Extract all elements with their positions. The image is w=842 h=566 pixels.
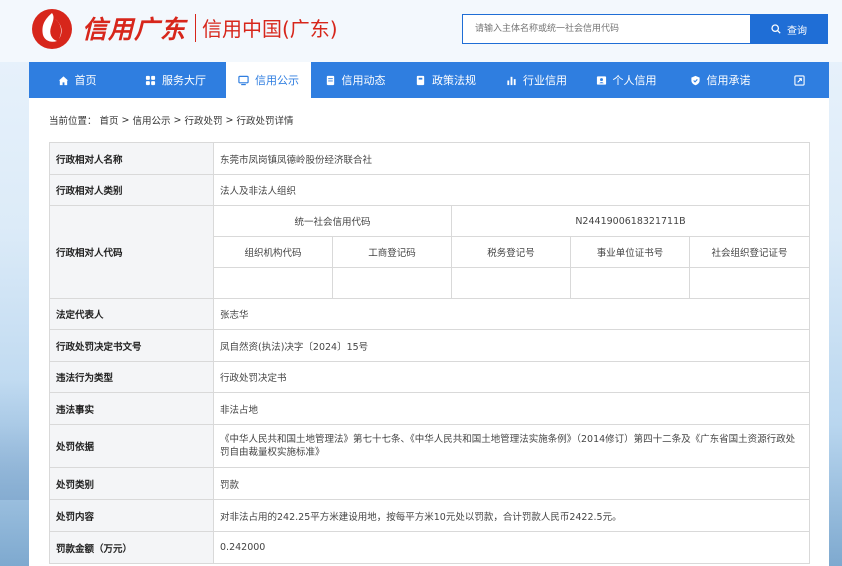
search-input[interactable] (462, 14, 752, 44)
field-value (570, 267, 690, 299)
field-value: 非法占地 (212, 392, 811, 425)
table-row: 处罚依据 《中华人民共和国土地管理法》第七十七条、《中华人民共和国土地管理法实施… (49, 424, 811, 468)
breadcrumb-separator: > (173, 114, 182, 126)
breadcrumb-link-home[interactable]: 首页 (100, 113, 119, 127)
field-label: 违法事实 (49, 392, 214, 425)
nav-item-industry-credit[interactable]: 行业信用 (492, 62, 581, 98)
sub-header: 统一社会信用代码 (213, 205, 452, 237)
field-label: 法定代表人 (49, 298, 214, 330)
table-row: 处罚内容 对非法占用的242.25平方米建设用地，按每平方米10元处以罚款，合计… (49, 499, 811, 532)
field-value: 0.242000 (212, 531, 811, 564)
table-row: 法定代表人 张志华 (49, 298, 811, 330)
sub-header: 组织机构代码 (213, 236, 333, 268)
document-icon (326, 75, 334, 85)
field-label: 处罚类别 (49, 467, 214, 500)
breadcrumb: 当前位置： 首页 > 信用公示 > 行政处罚 > 行政处罚详情 (49, 98, 809, 142)
main-content: 当前位置： 首页 > 信用公示 > 行政处罚 > 行政处罚详情 行政相对人名称 … (29, 98, 829, 566)
nav-item-service-hall[interactable]: 服务大厅 (125, 62, 226, 98)
nav-item-credit-commitment[interactable]: 信用承诺 (671, 62, 769, 98)
background-decoration (0, 380, 29, 500)
field-value: 法人及非法人组织 (212, 174, 811, 206)
nav-item-credit-news[interactable]: 信用动态 (311, 62, 399, 98)
breadcrumb-link-publicity[interactable]: 信用公示 (133, 113, 171, 127)
sub-header: 税务登记号 (451, 236, 571, 268)
field-value: 罚款 (212, 467, 811, 500)
table-row: 违法行为类型 行政处罚决定书 (49, 361, 811, 393)
main-nav: 首页 服务大厅 信用公示 信用动态 政策法规 行业信用 个人信用 信用承诺 (29, 62, 829, 98)
site-header: 信用广东 信用中国(广东) 查询 (0, 0, 842, 62)
breadcrumb-link-penalty[interactable]: 行政处罚 (184, 113, 222, 127)
grid-icon (145, 75, 156, 85)
field-label: 行政相对人代码 (49, 205, 214, 299)
breadcrumb-prefix: 当前位置： (49, 116, 97, 127)
bar-chart-icon (507, 76, 516, 85)
person-card-icon (596, 75, 606, 85)
home-icon (58, 75, 68, 85)
breadcrumb-separator: > (121, 114, 130, 126)
field-label: 行政处罚决定书文号 (49, 329, 214, 362)
site-name[interactable]: 信用中国(广东) (202, 13, 338, 42)
search-button[interactable]: 查询 (750, 14, 828, 44)
field-label: 处罚依据 (49, 424, 214, 468)
nav-item-home[interactable]: 首页 (29, 62, 125, 98)
field-value (451, 267, 571, 299)
search-icon (771, 24, 781, 34)
nav-item-policy[interactable]: 政策法规 (399, 62, 492, 98)
field-value: 东莞市凤岗镇凤德岭股份经济联合社 (212, 142, 811, 175)
nav-item-label: 首页 (74, 74, 97, 87)
nav-item-credit-publicity[interactable]: 信用公示 (226, 62, 311, 98)
logo-divider (195, 14, 196, 42)
field-value: N2441900618321711B (450, 205, 811, 237)
sub-header: 工商登记码 (332, 236, 452, 268)
nav-item-label: 个人信用 (612, 74, 657, 87)
nav-item-label: 服务大厅 (162, 74, 206, 87)
field-value: 行政处罚决定书 (212, 361, 811, 393)
table-row: 违法事实 非法占地 (49, 392, 811, 425)
table-row: 罚款金额（万元） 0.242000 (49, 531, 811, 564)
nav-item-label: 信用承诺 (706, 74, 751, 87)
field-label: 违法行为类型 (49, 361, 214, 393)
sub-header: 事业单位证书号 (570, 236, 690, 268)
table-row: 行政相对人代码 统一社会信用代码 N2441900618321711B (49, 205, 811, 299)
table-row: 行政相对人名称 东莞市凤岗镇凤德岭股份经济联合社 (49, 142, 811, 175)
sub-header: 社会组织登记证号 (688, 236, 811, 268)
field-label: 行政相对人类别 (49, 174, 214, 206)
monitor-icon (238, 75, 249, 85)
expand-icon (793, 74, 805, 86)
field-value: 张志华 (212, 298, 811, 330)
field-label: 行政相对人名称 (49, 142, 214, 175)
logo-emblem-icon[interactable] (29, 5, 75, 51)
field-value: 对非法占用的242.25平方米建设用地，按每平方米10元处以罚款，合计罚款人民币… (212, 499, 811, 532)
table-row: 行政相对人类别 法人及非法人组织 (49, 174, 811, 206)
table-row: 处罚类别 罚款 (49, 467, 811, 500)
nav-item-label: 行业信用 (523, 74, 567, 87)
field-label: 处罚内容 (49, 499, 214, 532)
nav-item-personal-credit[interactable]: 个人信用 (581, 62, 671, 98)
nav-item-label: 政策法规 (432, 74, 476, 87)
shield-check-icon (690, 75, 700, 85)
nav-item-expand[interactable] (769, 62, 829, 98)
breadcrumb-separator: > (225, 114, 234, 126)
logo-script-text[interactable]: 信用广东 (82, 10, 186, 46)
search-button-label: 查询 (787, 25, 807, 37)
field-value: 凤自然资(执法)决字〔2024〕15号 (212, 329, 811, 362)
book-icon (416, 75, 425, 85)
field-value (213, 267, 333, 299)
field-value (688, 267, 811, 299)
nav-item-label: 信用动态 (341, 74, 386, 87)
table-row: 行政处罚决定书文号 凤自然资(执法)决字〔2024〕15号 (49, 329, 811, 362)
field-value: 《中华人民共和国土地管理法》第七十七条、《中华人民共和国土地管理法实施条例》（2… (212, 424, 811, 468)
field-label: 罚款金额（万元） (49, 531, 214, 564)
breadcrumb-current: 行政处罚详情 (236, 116, 294, 127)
nav-item-label: 信用公示 (255, 74, 299, 87)
field-value (332, 267, 452, 299)
penalty-detail-table: 行政相对人名称 东莞市凤岗镇凤德岭股份经济联合社 行政相对人类别 法人及非法人组… (49, 142, 811, 564)
